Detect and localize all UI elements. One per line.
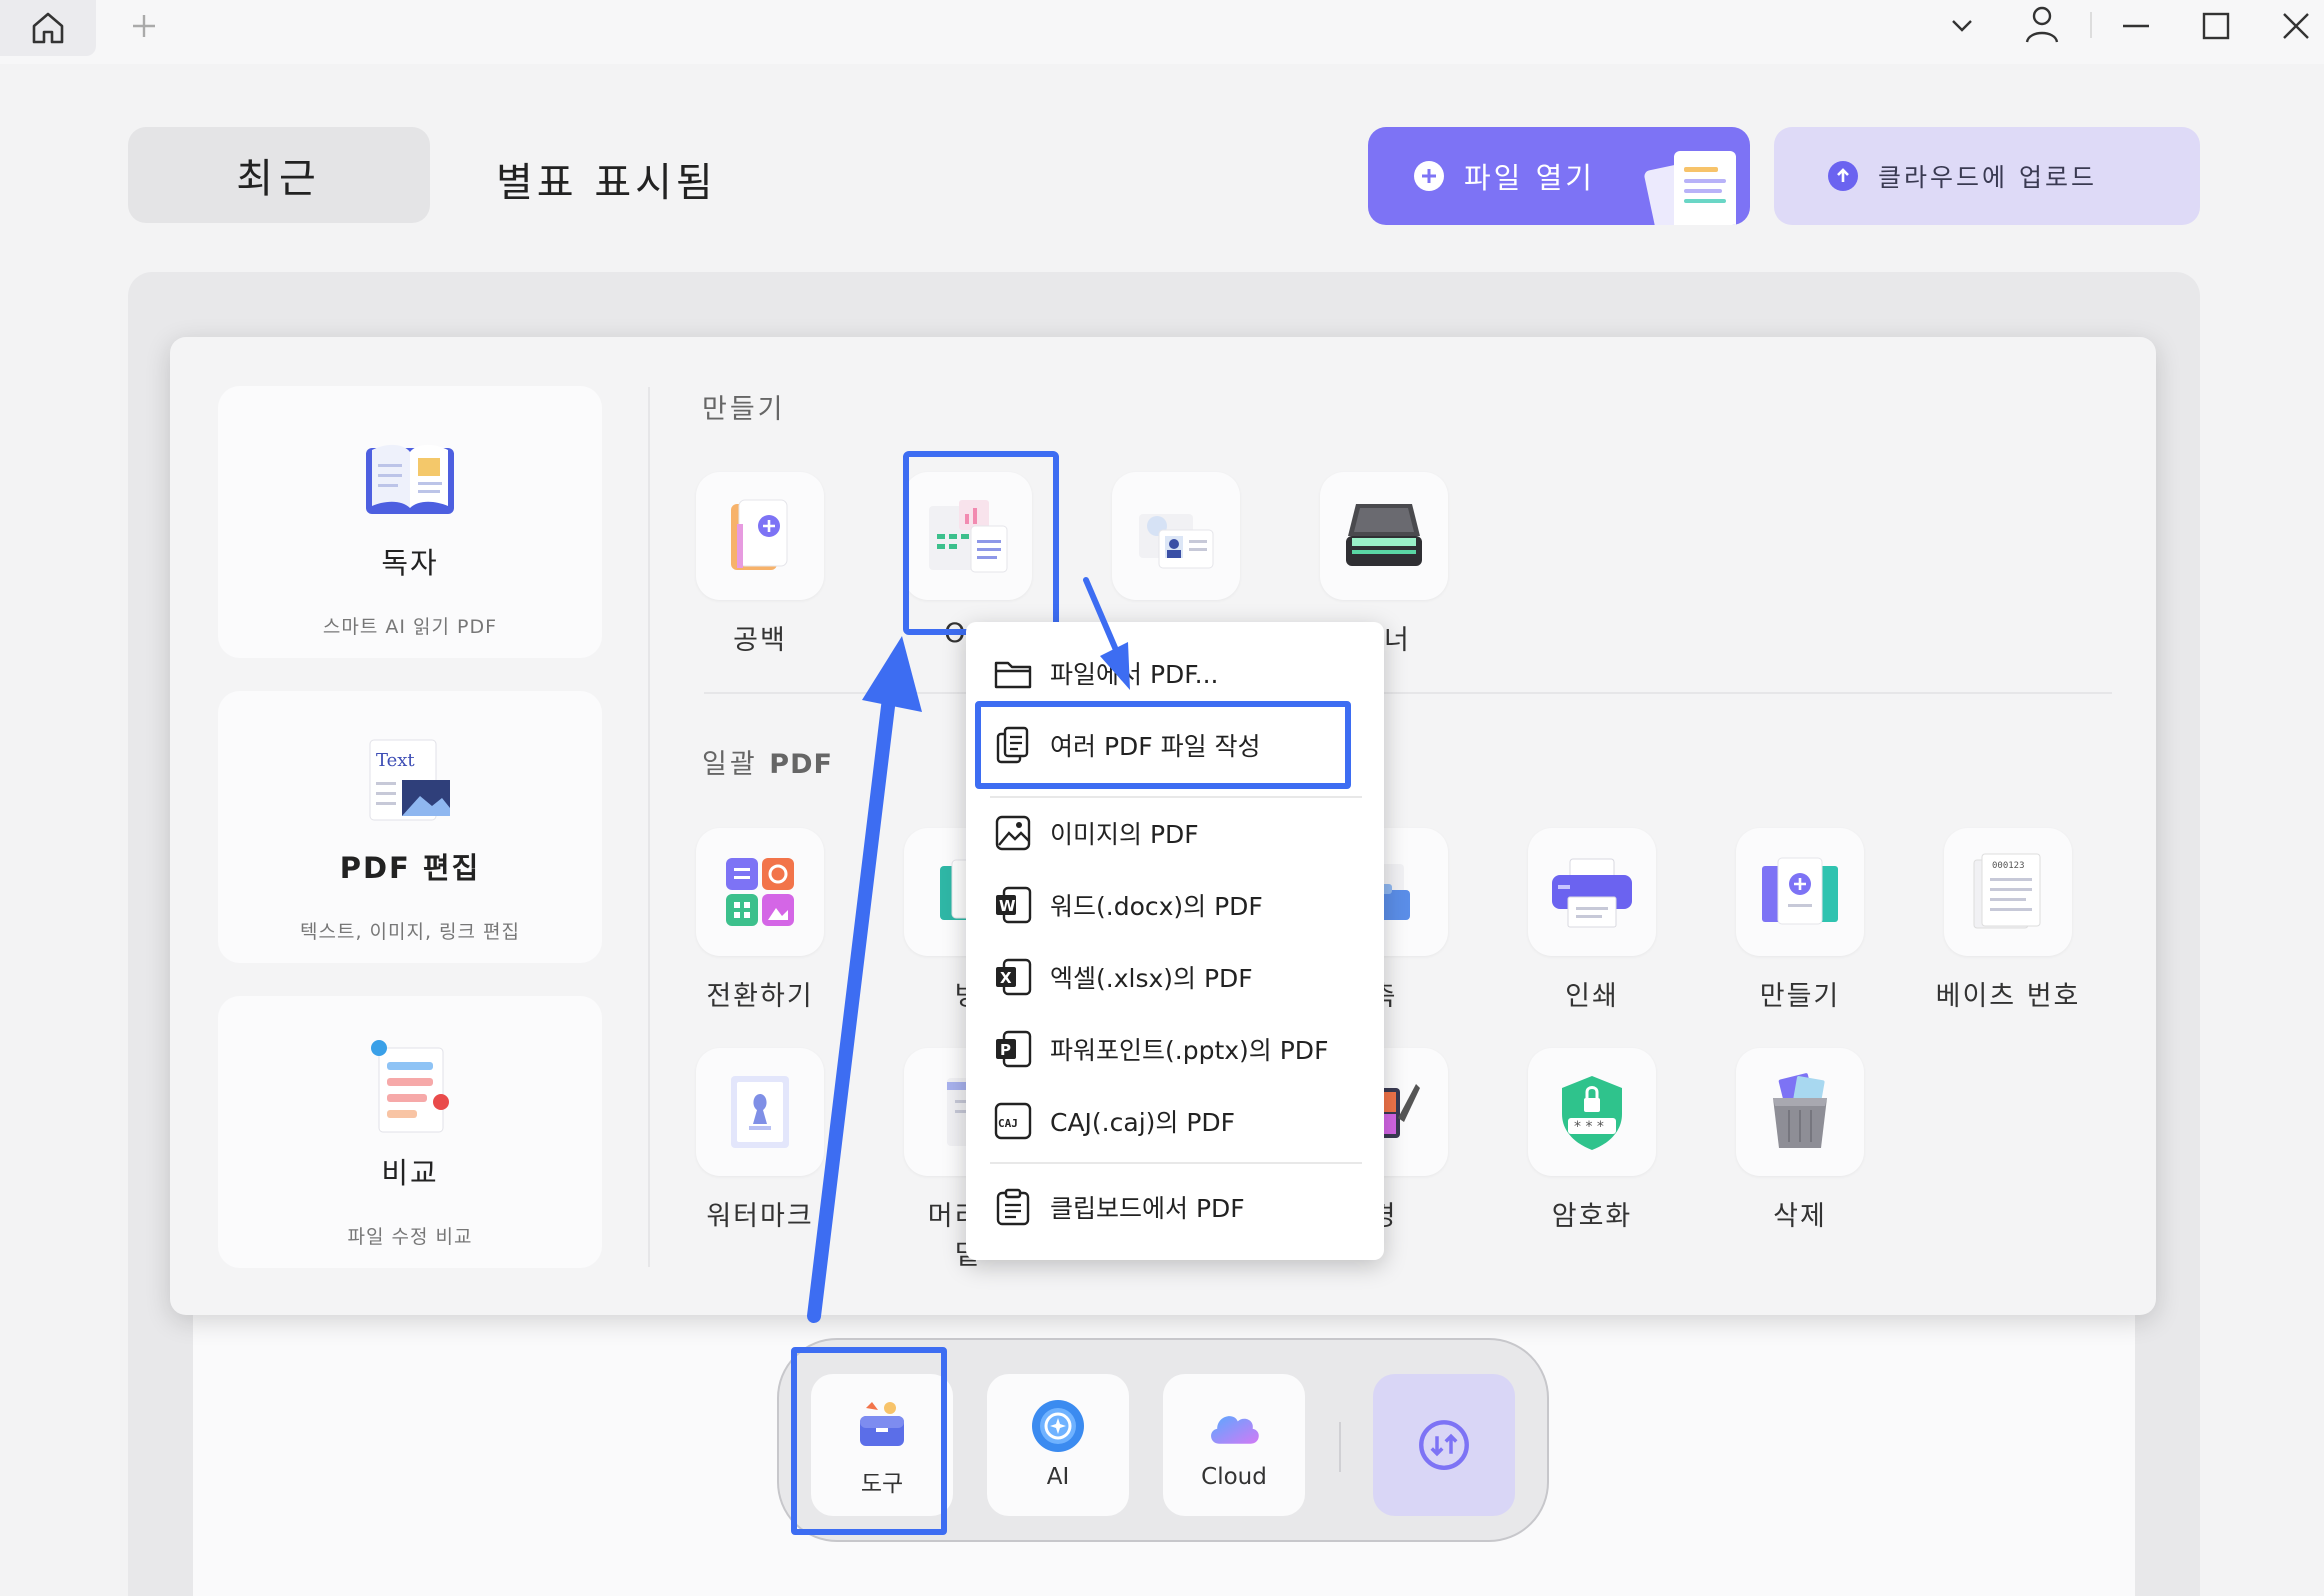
annotation-arrows [807,577,1130,1323]
